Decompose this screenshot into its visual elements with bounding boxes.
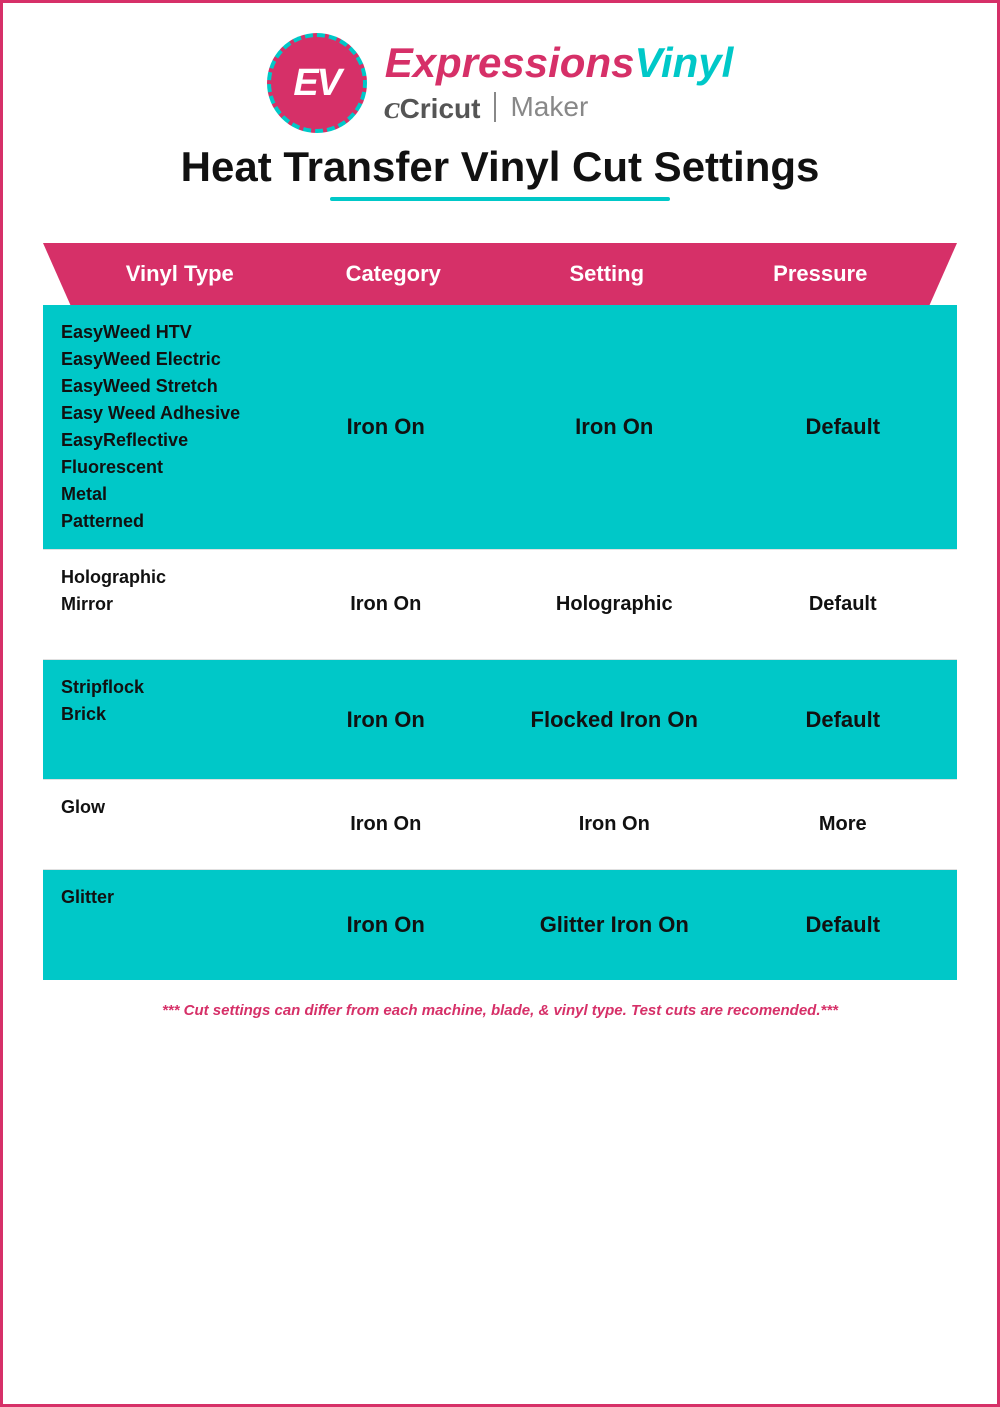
col-header-pressure: Pressure (714, 261, 928, 287)
title-underline (330, 197, 670, 201)
table-body: EasyWeed HTV EasyWeed Electric EasyWeed … (43, 305, 957, 980)
ev-wordmark: ExpressionsVinyl ᴄCricut Maker (385, 40, 734, 125)
brand-expressions: Expressions (385, 39, 635, 86)
maker-label: Maker (510, 91, 588, 123)
cell-vinyl-type-2: Holographic Mirror (43, 550, 272, 659)
cell-vinyl-type-4: Glow (43, 780, 272, 869)
cell-category-1: Iron On (272, 305, 501, 549)
table-row: EasyWeed HTV EasyWeed Electric EasyWeed … (43, 305, 957, 550)
cell-setting-5: Glitter Iron On (500, 870, 729, 980)
table-header: Vinyl Type Category Setting Pressure (43, 243, 957, 305)
cell-vinyl-type-1: EasyWeed HTV EasyWeed Electric EasyWeed … (43, 305, 272, 549)
cell-pressure-2: Default (729, 550, 958, 659)
ev-logo: EV (267, 33, 367, 133)
cell-pressure-5: Default (729, 870, 958, 980)
cell-pressure-3: Default (729, 660, 958, 779)
cricut-label: Cricut (400, 93, 481, 124)
header: EV ExpressionsVinyl ᴄCricut Maker Heat T… (43, 33, 957, 225)
page: EV ExpressionsVinyl ᴄCricut Maker Heat T… (0, 0, 1000, 1407)
ev-initials: EV (293, 62, 340, 105)
page-title: Heat Transfer Vinyl Cut Settings (181, 143, 820, 191)
cell-category-4: Iron On (272, 780, 501, 869)
table-row: Holographic Mirror Iron On Holographic D… (43, 550, 957, 660)
cell-pressure-1: Default (729, 305, 958, 549)
footnote: *** Cut settings can differ from each ma… (43, 1002, 957, 1019)
cell-setting-4: Iron On (500, 780, 729, 869)
cell-setting-2: Holographic (500, 550, 729, 659)
table-container: EV EasyWeed HTV EasyWeed Electric EasyWe… (43, 305, 957, 980)
cell-category-3: Iron On (272, 660, 501, 779)
cell-vinyl-type-5: Glitter (43, 870, 272, 980)
cricut-divider (494, 92, 496, 122)
col-header-vinyl-type: Vinyl Type (73, 261, 287, 287)
cell-vinyl-type-3: Stripflock Brick (43, 660, 272, 779)
logo-row: EV ExpressionsVinyl ᴄCricut Maker (267, 33, 734, 133)
cell-category-2: Iron On (272, 550, 501, 659)
cricut-row: ᴄCricut Maker (385, 89, 589, 126)
brand-vinyl: Vinyl (634, 39, 733, 86)
cell-pressure-4: More (729, 780, 958, 869)
table-wrap: Vinyl Type Category Setting Pressure EV … (43, 243, 957, 980)
cell-setting-3: Flocked Iron On (500, 660, 729, 779)
col-header-setting: Setting (500, 261, 714, 287)
table-row: Stripflock Brick Iron On Flocked Iron On… (43, 660, 957, 780)
table-row: Glow Iron On Iron On More (43, 780, 957, 870)
col-header-category: Category (287, 261, 501, 287)
cell-setting-1: Iron On (500, 305, 729, 549)
table-row: Glitter Iron On Glitter Iron On Default (43, 870, 957, 980)
cell-category-5: Iron On (272, 870, 501, 980)
